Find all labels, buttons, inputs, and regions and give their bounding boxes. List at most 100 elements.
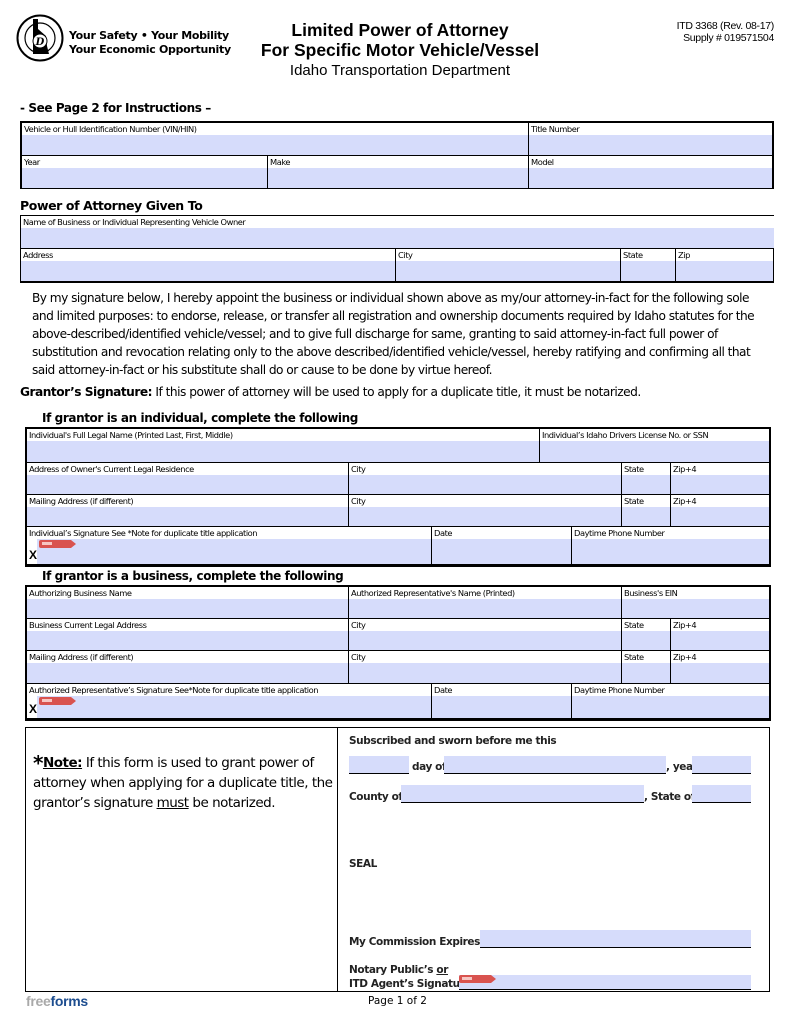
individual-mailing-city-label: City xyxy=(351,496,366,506)
sign-here-tag-icon[interactable] xyxy=(39,697,76,705)
business-mailing-cell: Mailing Address (if different) xyxy=(27,651,349,684)
model-label: Model xyxy=(531,157,554,167)
individual-name-cell: Individual's Full Legal Name (Printed La… xyxy=(27,429,540,463)
make-input[interactable] xyxy=(268,168,528,188)
title-number-cell: Title Number xyxy=(529,123,772,156)
business-date-label: Date xyxy=(434,685,453,695)
business-name-cell: Authorizing Business Name xyxy=(27,587,349,619)
business-address-input[interactable] xyxy=(27,631,348,650)
note-asterisk: * xyxy=(33,751,43,775)
commission-expires-label: My Commission Expires xyxy=(349,936,481,948)
business-phone-input[interactable] xyxy=(572,696,769,718)
note-notary-box: *Note: If this form is used to grant pow… xyxy=(25,727,770,992)
business-zip-input[interactable] xyxy=(671,631,769,650)
vin-label: Vehicle or Hull Identification Number (V… xyxy=(24,124,197,134)
business-signature-cell: Authorized Representative’s Signature Se… xyxy=(27,684,432,718)
business-mailing-state-label: State xyxy=(624,652,644,662)
notary-county-input[interactable] xyxy=(401,785,644,803)
title-line-1: Limited Power of Attorney xyxy=(291,20,509,40)
business-phone-label: Daytime Phone Number xyxy=(574,685,665,695)
business-ein-input[interactable] xyxy=(622,599,769,618)
attorney-zip-input[interactable] xyxy=(676,261,773,281)
individual-zip-label: Zip+4 xyxy=(673,464,697,474)
business-zip-cell: Zip+4 xyxy=(671,619,769,651)
year-input[interactable] xyxy=(22,168,267,188)
business-rep-name-cell: Authorized Representative's Name (Printe… xyxy=(349,587,622,619)
business-state-input[interactable] xyxy=(622,631,670,650)
form-title: Limited Power of Attorney For Specific M… xyxy=(230,20,570,60)
notary-month-input[interactable] xyxy=(444,756,666,774)
business-mailing-zip-input[interactable] xyxy=(671,663,769,683)
individual-name-input[interactable] xyxy=(27,441,539,462)
vehicle-info-grid: Vehicle or Hull Identification Number (V… xyxy=(20,121,774,189)
individual-date-input[interactable] xyxy=(432,539,571,564)
individual-residence-label: Address of Owner's Current Legal Residen… xyxy=(29,464,194,474)
signature-x-mark: X xyxy=(29,548,38,562)
business-city-input[interactable] xyxy=(349,631,621,650)
sign-here-tag-icon[interactable] xyxy=(459,975,496,983)
attorney-state-input[interactable] xyxy=(621,261,675,281)
individual-mailing-city-cell: City xyxy=(349,495,622,527)
business-name-input[interactable] xyxy=(27,599,348,618)
supply-number: Supply # 019571504 xyxy=(683,32,774,44)
title-number-input[interactable] xyxy=(529,135,772,155)
individual-mailing-zip-cell: Zip+4 xyxy=(671,495,769,527)
tagline-line-1: Your Safety • Your Mobility xyxy=(69,29,229,42)
individual-date-label: Date xyxy=(434,528,453,538)
attorney-address-label: Address xyxy=(23,250,53,260)
page-number: Page 1 of 2 xyxy=(368,995,427,1007)
individual-mailing-state-input[interactable] xyxy=(622,507,670,526)
notary-year-input[interactable] xyxy=(692,756,751,774)
brand-forms: forms xyxy=(50,993,88,1009)
individual-signature-input[interactable] xyxy=(37,539,431,564)
department-name: Idaho Transportation Department xyxy=(289,62,511,79)
business-mailing-state-input[interactable] xyxy=(622,663,670,683)
authorization-paragraph: By my signature below, I hereby appoint … xyxy=(32,291,755,377)
note-label: Note: xyxy=(42,755,83,771)
business-mailing-city-input[interactable] xyxy=(349,663,621,683)
vin-cell: Vehicle or Hull Identification Number (V… xyxy=(22,123,529,156)
attorney-name-label: Name of Business or Individual Represent… xyxy=(23,217,246,227)
notary-state-input[interactable] xyxy=(692,785,751,803)
individual-state-input[interactable] xyxy=(622,475,670,494)
business-date-input[interactable] xyxy=(432,696,571,718)
notary-public-text: Notary Public’s xyxy=(349,964,437,976)
idaho-transportation-department-seal-icon: D xyxy=(16,14,64,62)
attorney-address-input[interactable] xyxy=(21,261,395,281)
commission-expires-input[interactable] xyxy=(480,930,751,948)
attorney-city-input[interactable] xyxy=(396,261,620,281)
business-rep-name-input[interactable] xyxy=(349,599,621,618)
business-state-label: State xyxy=(624,620,644,630)
svg-text:D: D xyxy=(35,37,45,48)
business-name-label: Authorizing Business Name xyxy=(29,588,132,598)
business-zip-label: Zip+4 xyxy=(673,620,697,630)
business-address-cell: Business Current Legal Address xyxy=(27,619,349,651)
signature-x-mark: X xyxy=(29,702,38,716)
individual-date-cell: Date xyxy=(432,527,572,564)
vin-input[interactable] xyxy=(22,135,528,155)
individual-residence-input[interactable] xyxy=(27,475,348,494)
business-mailing-city-label: City xyxy=(351,652,366,662)
attorney-name-cell: Name of Business or Individual Represent… xyxy=(20,216,774,249)
individual-mailing-zip-input[interactable] xyxy=(671,507,769,526)
grantor-signature-text: If this power of attorney will be used t… xyxy=(152,385,641,399)
attorney-name-input[interactable] xyxy=(21,228,774,248)
individual-license-input[interactable] xyxy=(540,441,769,462)
individual-mailing-city-input[interactable] xyxy=(349,507,621,526)
individual-city-input[interactable] xyxy=(349,475,621,494)
sign-here-tag-icon[interactable] xyxy=(39,540,76,548)
notary-signature-input[interactable] xyxy=(459,975,751,990)
notary-day-input[interactable] xyxy=(349,756,409,774)
business-signature-label: Authorized Representative’s Signature Se… xyxy=(29,685,319,695)
business-city-cell: City xyxy=(349,619,622,651)
business-signature-input[interactable] xyxy=(37,696,431,718)
individual-zip-input[interactable] xyxy=(671,475,769,494)
attorney-grid: Name of Business or Individual Represent… xyxy=(20,215,774,283)
attorney-city-label: City xyxy=(398,250,413,260)
individual-mailing-input[interactable] xyxy=(27,507,348,526)
model-input[interactable] xyxy=(529,168,772,188)
business-mailing-input[interactable] xyxy=(27,663,348,683)
instructions-note: - See Page 2 for Instructions – xyxy=(20,101,211,115)
individual-zip-cell: Zip+4 xyxy=(671,463,769,495)
individual-phone-input[interactable] xyxy=(572,539,769,564)
